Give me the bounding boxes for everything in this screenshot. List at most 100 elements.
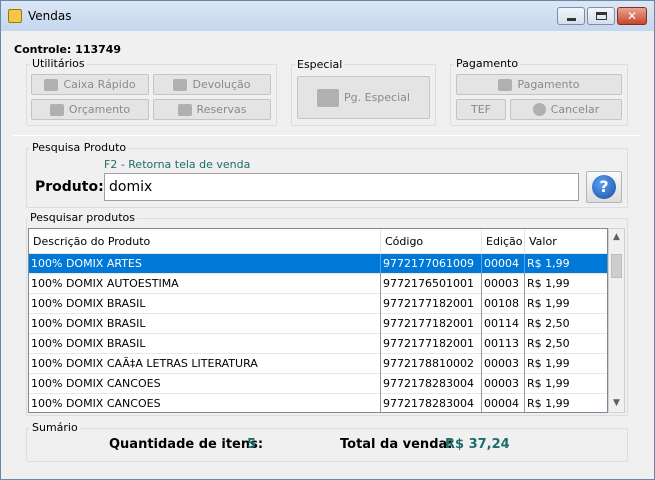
total-venda-value: R$ 37,24	[445, 437, 510, 452]
cell-codigo: 9772178283004	[381, 394, 482, 412]
table-row[interactable]: 100% DOMIX CANCOES 9772178283004 00004 R$ 1…	[29, 394, 607, 412]
cell-descricao: 100% DOMIX BRASIL	[29, 294, 381, 314]
cancelar-button[interactable]: Cancelar	[510, 99, 622, 120]
cell-edicao: 00004	[482, 394, 525, 412]
sumario-group-label: Sumário	[30, 421, 80, 434]
f2-hint: F2 - Retorna tela de venda	[104, 158, 251, 171]
caixa-rapido-button[interactable]: Caixa Rápido	[31, 74, 149, 95]
close-icon: ✕	[626, 9, 638, 23]
table-row[interactable]: 100% DOMIX BRASIL 9772177182001 00113 R$ 2,…	[29, 334, 607, 354]
table-row[interactable]: 100% DOMIX BRASIL 9772177182001 00108 R$ 1,…	[29, 294, 607, 314]
vendas-window: Vendas ✕ Controle: 113749 Utilitários Ca…	[0, 0, 655, 480]
table-header: Descrição do Produto Código Edição Valor	[29, 229, 607, 254]
orcamento-label: Orçamento	[68, 103, 131, 116]
cell-valor: R$ 1,99	[527, 397, 570, 410]
devolucao-button[interactable]: Devolução	[153, 74, 271, 95]
controle-label: Controle: 113749	[14, 43, 122, 56]
reservas-label: Reservas	[196, 103, 247, 116]
table-row[interactable]: 100% DOMIX AUTOESTIMA 9772176501001 00003 R…	[29, 274, 607, 294]
pagamento-button[interactable]: Pagamento	[456, 74, 622, 95]
java-app-icon	[8, 9, 22, 23]
cell-codigo: 9772176501001	[381, 274, 482, 294]
undo-icon	[173, 78, 188, 91]
close-button[interactable]: ✕	[617, 7, 647, 25]
cell-descricao: 100% DOMIX AUTOESTIMA	[29, 274, 381, 294]
pagamento-button-label: Pagamento	[517, 78, 580, 91]
document-icon	[49, 103, 64, 116]
cell-codigo: 9772177061009	[381, 254, 482, 274]
scroll-thumb[interactable]	[611, 254, 622, 278]
tef-label: TEF	[471, 103, 491, 116]
cell-codigo: 9772178283004	[381, 374, 482, 394]
cell-codigo: 9772177182001	[381, 334, 482, 354]
help-button[interactable]: ?	[586, 171, 622, 203]
total-venda-label: Total da venda:	[340, 437, 453, 452]
pesquisar-produtos-group-label: Pesquisar produtos	[28, 211, 137, 224]
cash-register-icon	[44, 78, 59, 91]
cell-edicao: 00108	[482, 294, 525, 314]
table-row[interactable]: 100% DOMIX ARTES 9772177061009 00004 R$ 1,9…	[29, 254, 607, 274]
cell-edicao: 00114	[482, 314, 525, 334]
cell-descricao: 100% DOMIX BRASIL	[29, 334, 381, 354]
maximize-button[interactable]	[587, 7, 615, 25]
table-row[interactable]: 100% DOMIX CANCOES 9772178283004 00003 R$ 1…	[29, 374, 607, 394]
especial-group-label: Especial	[295, 58, 345, 71]
pagamento-group-label: Pagamento	[454, 57, 521, 70]
cell-valor: R$ 1,99	[527, 357, 570, 370]
pg-especial-label: Pg. Especial	[344, 91, 410, 104]
cell-edicao: 00004	[482, 254, 525, 274]
cell-valor: R$ 1,99	[527, 277, 570, 290]
produto-label: Produto:	[35, 179, 104, 195]
table-scrollbar[interactable]: ▲ ▼	[608, 228, 625, 413]
minimize-button[interactable]	[557, 7, 585, 25]
cell-edicao: 00003	[482, 274, 525, 294]
products-table: Descrição do Produto Código Edição Valor…	[28, 228, 608, 413]
cell-edicao: 00003	[482, 354, 525, 374]
separator	[13, 135, 641, 136]
cell-valor: R$ 2,50	[527, 317, 570, 330]
quantidade-itens-label: Quantidade de itens:	[109, 437, 264, 452]
cell-codigo: 9772177182001	[381, 314, 482, 334]
cell-valor: R$ 1,99	[527, 377, 570, 390]
pg-especial-button[interactable]: Pg. Especial	[297, 76, 430, 119]
col-descricao-header[interactable]: Descrição do Produto	[29, 229, 381, 254]
cell-edicao: 00113	[482, 334, 525, 354]
cell-valor: R$ 2,50	[527, 337, 570, 350]
cell-descricao: 100% DOMIX ARTES	[29, 254, 381, 274]
quantidade-itens-value: 5	[247, 437, 257, 452]
window-title: Vendas	[28, 9, 72, 23]
table-row[interactable]: 100% DOMIX BRASIL 9772177182001 00114 R$ 2,…	[29, 314, 607, 334]
cell-codigo: 9772178810002	[381, 354, 482, 374]
devolucao-label: Devolução	[192, 78, 251, 91]
scroll-up-icon[interactable]: ▲	[609, 229, 624, 246]
cell-descricao: 100% DOMIX BRASIL	[29, 314, 381, 334]
cards-icon	[317, 88, 340, 107]
cell-descricao: 100% DOMIX CAÃ‡A LETRAS LITERATURA	[29, 354, 381, 374]
cell-descricao: 100% DOMIX CANCOES	[29, 394, 381, 412]
cancel-icon	[532, 103, 546, 116]
table-row[interactable]: 100% DOMIX CAÃ‡A LETRAS LITERATURA 977217…	[29, 354, 607, 374]
cash-icon	[498, 78, 513, 91]
caixa-rapido-label: Caixa Rápido	[63, 78, 136, 91]
reservas-button[interactable]: Reservas	[153, 99, 271, 120]
scroll-down-icon[interactable]: ▼	[609, 395, 624, 412]
cell-valor: R$ 1,99	[527, 297, 570, 310]
col-codigo-header[interactable]: Código	[381, 229, 482, 254]
cancelar-label: Cancelar	[550, 103, 600, 116]
cell-edicao: 00003	[482, 374, 525, 394]
orcamento-button[interactable]: Orçamento	[31, 99, 149, 120]
col-valor-header[interactable]: Valor	[525, 229, 607, 254]
title-bar[interactable]: Vendas ✕	[1, 1, 654, 31]
maximize-icon	[596, 12, 607, 20]
cell-codigo: 9772177182001	[381, 294, 482, 314]
cell-valor: R$ 1,99	[527, 257, 570, 270]
utilitarios-group-label: Utilitários	[30, 57, 87, 70]
col-edicao-header[interactable]: Edição	[482, 229, 525, 254]
question-icon: ?	[592, 175, 616, 199]
tef-button[interactable]: TEF	[456, 99, 506, 120]
minimize-icon	[567, 18, 576, 21]
cell-descricao: 100% DOMIX CANCOES	[29, 374, 381, 394]
pesquisa-produto-group-label: Pesquisa Produto	[30, 141, 129, 154]
reservas-icon	[177, 103, 192, 116]
produto-search-input[interactable]: domix	[104, 173, 579, 201]
